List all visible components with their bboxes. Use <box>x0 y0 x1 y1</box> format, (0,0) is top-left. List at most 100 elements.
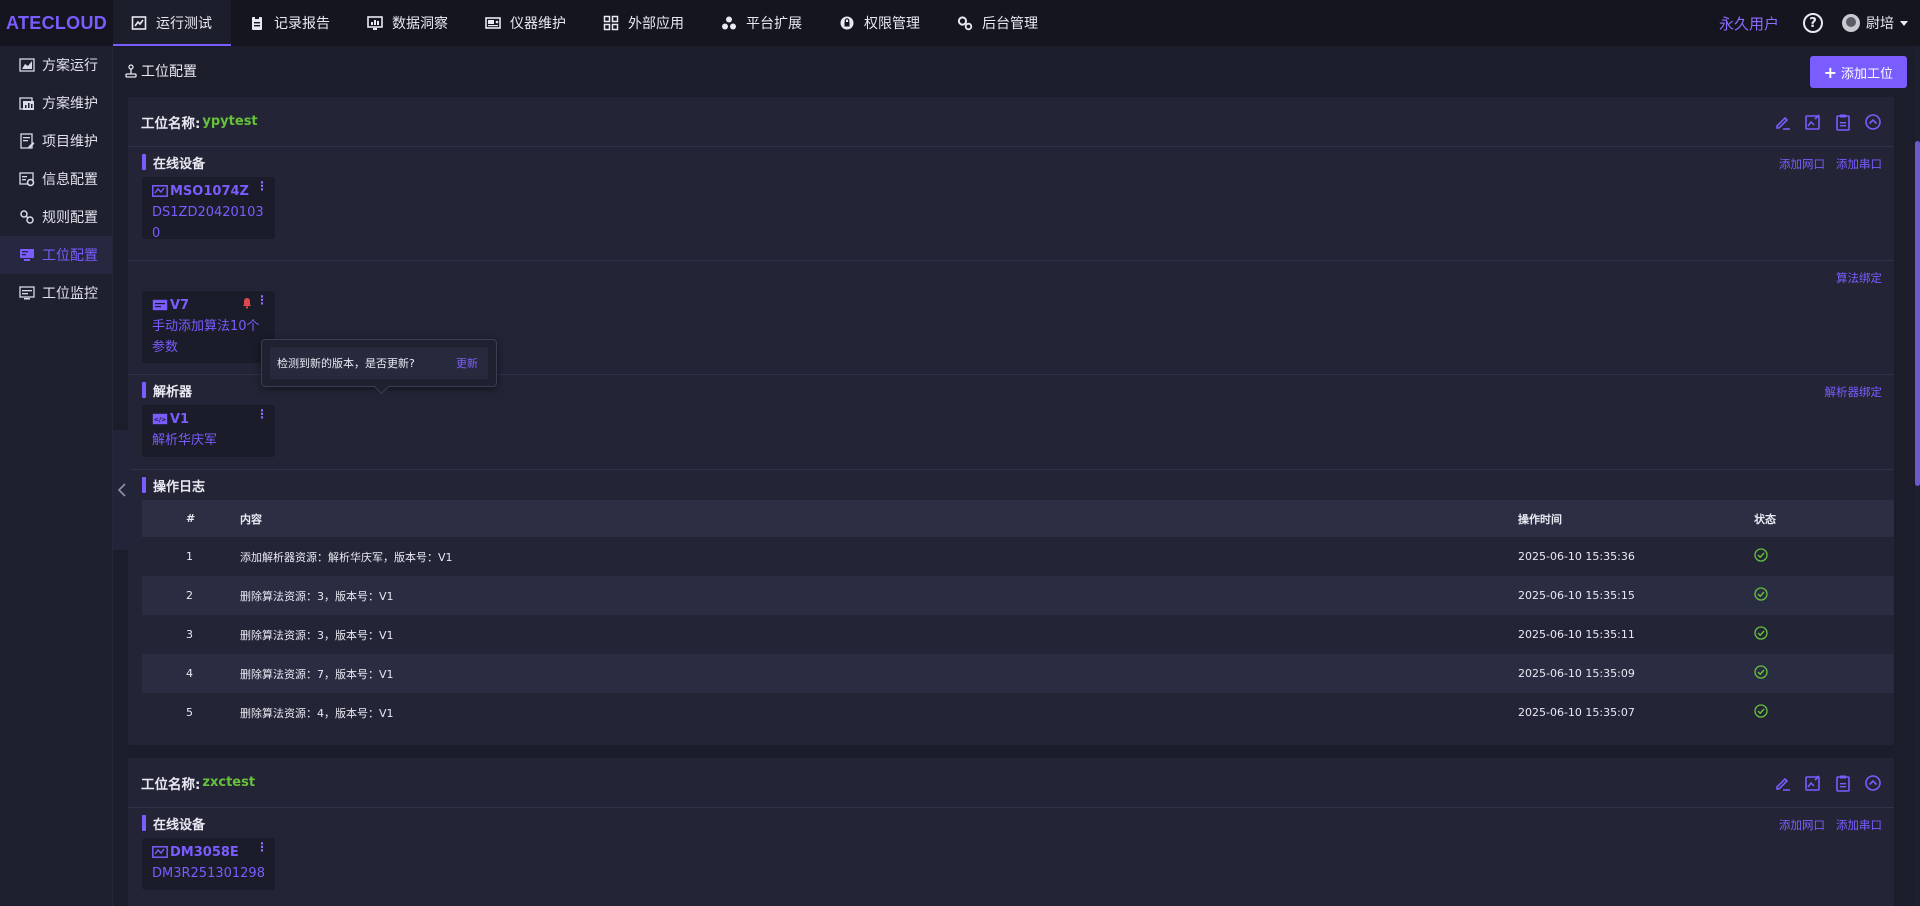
section-links: 算法绑定 <box>1825 270 1882 286</box>
nav-item-instrument[interactable]: 仪器维护 <box>467 0 585 46</box>
plus-icon: + <box>1823 62 1837 82</box>
nav-item-platform-ext[interactable]: 平台扩展 <box>703 0 821 46</box>
update-tooltip-body: 检测到新的版本，是否更新? 更新 <box>270 347 488 379</box>
nav-item-backend[interactable]: 后台管理 <box>939 0 1057 46</box>
bind-parser-link[interactable]: 解析器绑定 <box>1825 384 1883 400</box>
nav-label: 后台管理 <box>982 16 1038 32</box>
station-name: ypytest <box>202 114 258 129</box>
page-title: 工位配置 <box>141 64 197 80</box>
section-title: 操作日志 <box>142 470 1894 500</box>
license-status[interactable]: 永久用户 <box>1719 13 1779 34</box>
sidebar-item-label: 工位监控 <box>42 286 98 302</box>
operation-log-section: 操作日志 # 内容 操作时间 状态 1 添加解析器资源：解析华庆军，版本号：V1… <box>128 470 1894 732</box>
add-station-button[interactable]: + 添加工位 <box>1809 56 1907 88</box>
collapse-up-icon[interactable] <box>1864 113 1882 131</box>
row-content: 删除算法资源：4，版本号：V1 <box>240 693 1518 732</box>
edit-icon[interactable] <box>1774 113 1792 131</box>
update-tooltip: 检测到新的版本，是否更新? 更新 <box>261 339 497 387</box>
row-index: 1 <box>142 537 240 576</box>
nav-label: 权限管理 <box>864 16 920 32</box>
nav-item-permissions[interactable]: 权限管理 <box>821 0 939 46</box>
sidebar-item-station-monitor[interactable]: 工位监控 <box>0 274 112 312</box>
sidebar-item-plan-run[interactable]: 方案运行 <box>0 46 112 84</box>
add-serial-link[interactable]: 添加串口 <box>1836 156 1882 172</box>
more-vertical-icon[interactable]: ⋮ <box>256 408 268 420</box>
nav-label: 运行测试 <box>156 16 212 32</box>
clipboard-icon[interactable] <box>1834 113 1852 131</box>
section-links: 添加网口 添加串口 <box>1768 156 1882 172</box>
table-row: 2 删除算法资源：3，版本号：V1 2025-06-10 15:35:15 <box>142 576 1894 615</box>
row-time: 2025-06-10 15:35:15 <box>1518 576 1754 615</box>
device-card[interactable]: MSO1074Z ⋮ DS1ZD204201030 <box>142 177 275 239</box>
sidebar: 方案运行 方案维护 项目维护 信息配置 规则配置 工位配置 工位监控 <box>0 46 113 906</box>
row-time: 2025-06-10 15:35:09 <box>1518 654 1754 693</box>
nav-item-external-apps[interactable]: 外部应用 <box>585 0 703 46</box>
scrollbar[interactable] <box>1915 46 1920 906</box>
page-header: 工位配置 <box>114 46 1920 96</box>
station-card-header: 工位名称: ypytest <box>128 97 1894 147</box>
card-tools <box>1762 113 1894 131</box>
col-index: # <box>142 500 240 537</box>
sidebar-item-station-config[interactable]: 工位配置 <box>0 236 112 274</box>
parser-card[interactable]: </> V1 ⋮ 解析华庆军 <box>142 405 275 457</box>
station-name-label: 工位名称: <box>141 115 201 132</box>
collapse-up-icon[interactable] <box>1864 774 1882 792</box>
chart-icon <box>131 16 147 30</box>
sidebar-item-project-maintain[interactable]: 项目维护 <box>0 122 112 160</box>
more-vertical-icon[interactable]: ⋮ <box>256 294 268 306</box>
check-circle-icon <box>1754 626 1768 640</box>
add-ethernet-link[interactable]: 添加网口 <box>1779 156 1825 172</box>
bind-algorithm-link[interactable]: 算法绑定 <box>1836 270 1882 286</box>
parser-version: V1 <box>170 411 190 427</box>
nav-label: 记录报告 <box>274 16 330 32</box>
nav-label: 仪器维护 <box>510 16 566 32</box>
row-content: 添加解析器资源：解析华庆军，版本号：V1 <box>240 537 1518 576</box>
username[interactable]: 尉培 <box>1866 13 1894 33</box>
sidebar-collapse-handle[interactable] <box>113 430 131 550</box>
main-content: 工位配置 + 添加工位 工位名称: ypytest 在线设备 添加网口 添加串口 <box>114 46 1920 906</box>
help-icon[interactable]: ? <box>1803 13 1823 33</box>
algorithm-card[interactable]: V7 ⋮ 手动添加算法10个参数 <box>142 291 275 363</box>
station-config-icon <box>20 249 34 261</box>
app-logo[interactable]: ATECLOUD <box>0 13 113 34</box>
avatar[interactable] <box>1842 14 1860 32</box>
nav-item-records[interactable]: 记录报告 <box>231 0 349 46</box>
update-link[interactable]: 更新 <box>456 355 478 371</box>
nav-item-run-test[interactable]: 运行测试 <box>113 0 231 46</box>
image-edit-icon[interactable] <box>1804 774 1822 792</box>
table-row: 4 删除算法资源：7，版本号：V1 2025-06-10 15:35:09 <box>142 654 1894 693</box>
row-time: 2025-06-10 15:35:36 <box>1518 537 1754 576</box>
row-index: 2 <box>142 576 240 615</box>
more-vertical-icon[interactable]: ⋮ <box>256 180 268 192</box>
sidebar-item-plan-maintain[interactable]: 方案维护 <box>0 84 112 122</box>
device-serial: DS1ZD204201030 <box>152 205 264 239</box>
col-time: 操作时间 <box>1518 500 1754 537</box>
bell-alert-icon[interactable] <box>241 297 253 309</box>
add-serial-link[interactable]: 添加串口 <box>1836 817 1882 833</box>
add-ethernet-link[interactable]: 添加网口 <box>1779 817 1825 833</box>
sidebar-item-label: 方案运行 <box>42 58 98 74</box>
chevron-down-icon[interactable] <box>1900 20 1908 26</box>
check-circle-icon <box>1754 587 1768 601</box>
row-content: 删除算法资源：3，版本号：V1 <box>240 576 1518 615</box>
device-card[interactable]: DM3058E ⋮ DM3R251301298 <box>142 838 275 890</box>
rule-config-icon <box>20 210 34 224</box>
sidebar-item-info-config[interactable]: 信息配置 <box>0 160 112 198</box>
device-header: DM3058E ⋮ <box>152 841 268 861</box>
lock-icon <box>840 16 854 30</box>
device-header: MSO1074Z ⋮ <box>152 180 268 200</box>
sidebar-item-rule-config[interactable]: 规则配置 <box>0 198 112 236</box>
area-chart-icon <box>19 58 35 72</box>
clipboard-icon[interactable] <box>1834 774 1852 792</box>
section-title: 在线设备 <box>142 808 1894 838</box>
image-edit-icon[interactable] <box>1804 113 1822 131</box>
edit-icon[interactable] <box>1774 774 1792 792</box>
parser-section: 解析器 解析器绑定 </> V1 ⋮ 解析华庆军 <box>128 375 1894 470</box>
scrollbar-thumb[interactable] <box>1915 141 1920 486</box>
table-row: 1 添加解析器资源：解析华庆军，版本号：V1 2025-06-10 15:35:… <box>142 537 1894 576</box>
more-vertical-icon[interactable]: ⋮ <box>256 841 268 853</box>
svg-text:</>: </> <box>154 417 166 424</box>
cluster-icon <box>722 16 736 30</box>
row-index: 4 <box>142 654 240 693</box>
nav-item-insight[interactable]: 数据洞察 <box>349 0 467 46</box>
